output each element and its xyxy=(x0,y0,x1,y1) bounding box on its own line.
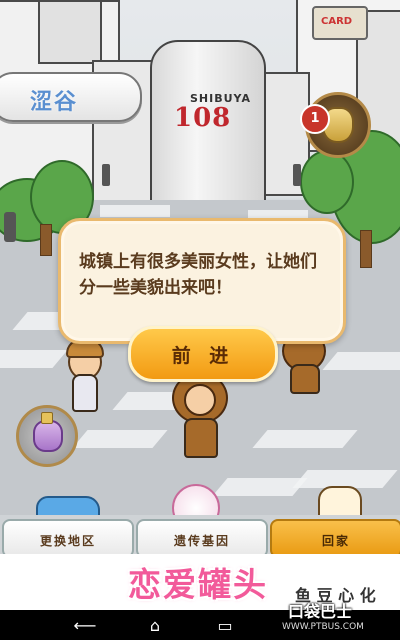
card-sign: CARD xyxy=(312,6,368,40)
card-sign-text: CARD xyxy=(321,16,353,27)
tree xyxy=(300,150,354,214)
dialog-message: 城镇上有很多美丽女性，让她们分一些美貌出来吧！ xyxy=(79,252,317,298)
tree-trunk xyxy=(360,230,372,268)
crosswalk-stripe xyxy=(100,205,170,217)
building-left-2 xyxy=(38,0,102,64)
tree-trunk xyxy=(40,224,52,256)
area-label: 涩谷 xyxy=(0,72,142,122)
perfume-cap-icon xyxy=(41,412,53,424)
traffic-light-icon xyxy=(4,212,16,242)
recent-apps-icon[interactable]: ▭ xyxy=(210,616,240,635)
home-label: 回家 xyxy=(321,534,350,548)
car-icon xyxy=(36,496,100,515)
home-button[interactable]: 回家 xyxy=(270,519,400,558)
pedestrian-body xyxy=(72,374,98,412)
change-area-label: 更换地区 xyxy=(39,534,96,548)
watermark-url: WWW.PTBUS.COM xyxy=(282,622,364,632)
perfume-bubble[interactable] xyxy=(16,405,78,467)
gene-button[interactable]: 遗传基因 xyxy=(136,519,268,558)
house-icon xyxy=(318,486,362,515)
game-scene: CARD SHIBUYA 108 涩谷 1 城镇上有很多美丽女性，让她们分一些美… xyxy=(0,0,400,515)
bear-character-body xyxy=(184,418,218,458)
watermark-brand: 口袋巴士 xyxy=(288,602,353,621)
crosswalk-stripe xyxy=(72,430,168,448)
bear-character-body xyxy=(290,364,320,394)
next-button[interactable]: 前 进 xyxy=(128,326,278,382)
ad-title[interactable]: 恋爱罐头 xyxy=(128,558,268,606)
perfume-bottle-icon xyxy=(33,420,63,452)
traffic-light-icon xyxy=(293,164,301,186)
crosswalk-stripe xyxy=(252,430,358,448)
back-icon[interactable]: ⟵ xyxy=(70,616,100,635)
traffic-light-icon xyxy=(102,164,110,186)
item-count-badge: 1 xyxy=(300,104,330,134)
next-button-label: 前 进 xyxy=(171,345,235,367)
crosswalk-stripe xyxy=(322,352,400,370)
bear-character-face xyxy=(184,384,216,416)
crosswalk-stripe xyxy=(212,478,308,496)
home-icon[interactable]: ⌂ xyxy=(140,616,170,635)
gene-label: 遗传基因 xyxy=(173,534,230,548)
change-area-button[interactable]: 更换地区 xyxy=(2,519,134,558)
area-name: 涩谷 xyxy=(30,90,79,115)
tower-number: 108 xyxy=(174,103,232,133)
